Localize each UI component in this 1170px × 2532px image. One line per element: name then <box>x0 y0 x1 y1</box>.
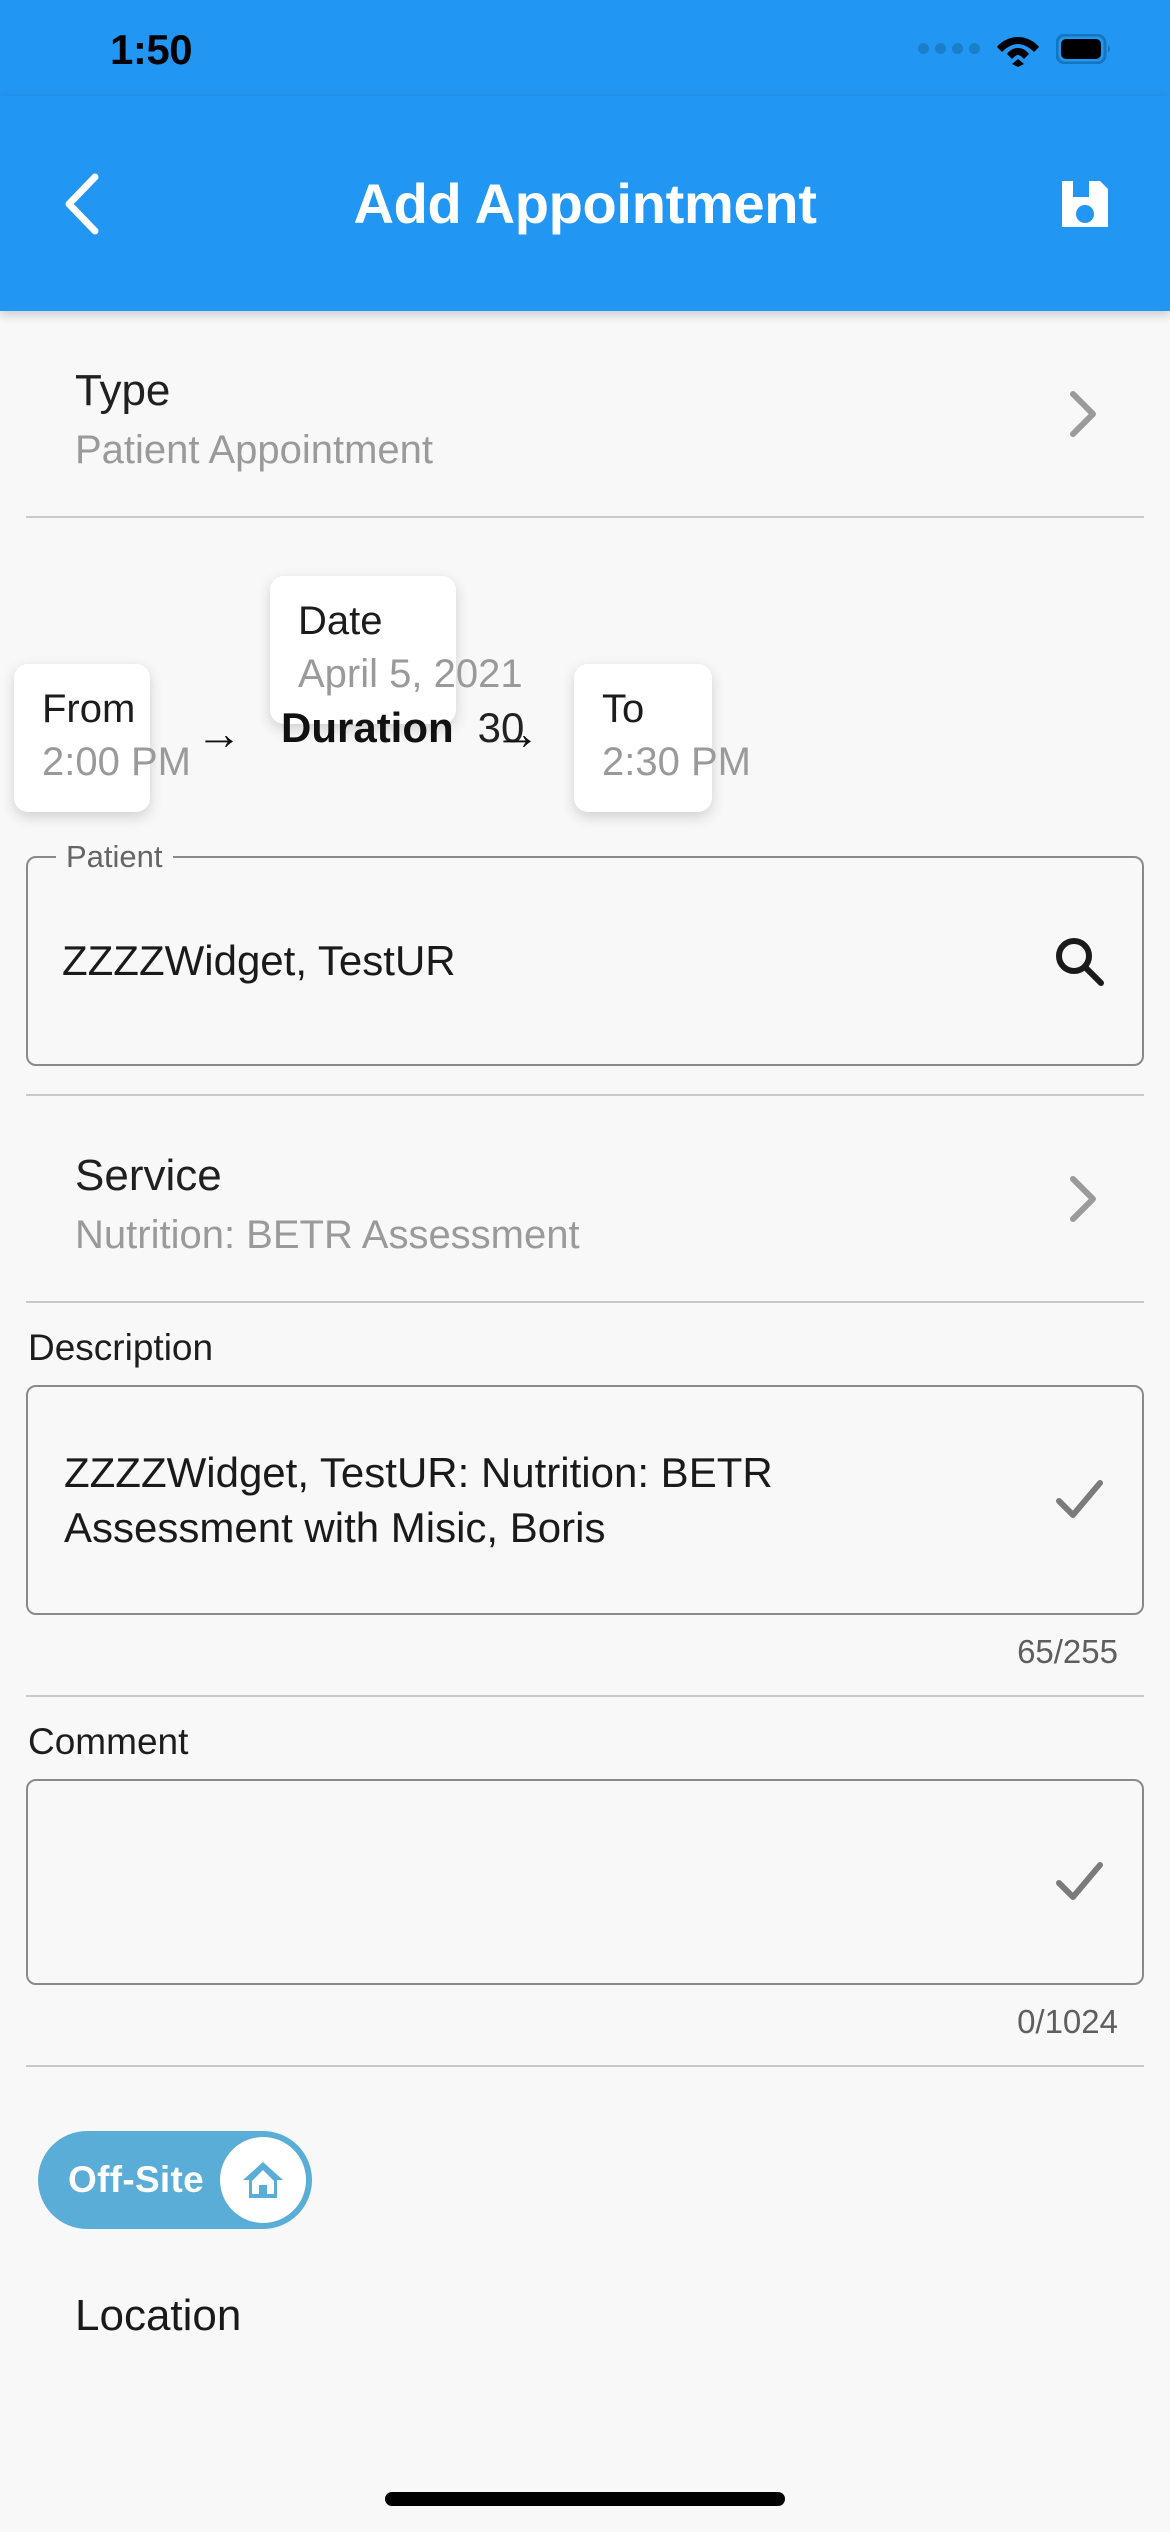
back-button[interactable] <box>42 164 122 244</box>
date-label: Date <box>298 599 383 643</box>
type-value: Patient Appointment <box>75 428 434 472</box>
comment-label: Comment <box>28 1721 189 1762</box>
app-screen: 1:50 Add Appointment Type Patient Appoin… <box>0 0 1170 2532</box>
offsite-toggle-knob <box>220 2137 306 2223</box>
service-value: Nutrition: BETR Assessment <box>75 1213 580 1257</box>
arrow-right-icon-1: → <box>196 707 242 759</box>
arrow-right-icon-2: → <box>494 707 540 759</box>
search-icon[interactable] <box>1050 932 1108 990</box>
offsite-label: Off-Site <box>68 2159 205 2200</box>
offsite-toggle[interactable]: Off-Site <box>38 2131 312 2229</box>
description-input[interactable]: ZZZZWidget, TestUR: Nutrition: BETR Asse… <box>26 1385 1144 1615</box>
save-button[interactable] <box>1048 167 1122 241</box>
description-counter: 65/255 <box>1017 1633 1118 1670</box>
service-label: Service <box>75 1151 222 1200</box>
schedule-section: Date April 5, 2021 From 2:00 PM → Durati… <box>0 518 1170 848</box>
chevron-right-icon <box>1070 390 1096 437</box>
check-icon[interactable] <box>1050 1471 1108 1529</box>
patient-input[interactable]: Patient ZZZZWidget, TestUR <box>26 841 1144 1066</box>
patient-value: ZZZZWidget, TestUR <box>62 937 456 984</box>
type-row[interactable]: Type Patient Appointment <box>0 311 1170 516</box>
chevron-left-icon <box>65 173 99 234</box>
date-value: April 5, 2021 <box>298 652 523 696</box>
chevron-right-icon <box>1070 1175 1096 1222</box>
cellular-dots-icon <box>918 42 980 56</box>
comment-counter: 0/1024 <box>1017 2003 1118 2040</box>
battery-full-icon <box>1056 34 1112 64</box>
patient-label: Patient <box>56 841 173 872</box>
description-label: Description <box>28 1327 214 1368</box>
home-icon <box>243 2162 283 2198</box>
duration-field[interactable]: Duration 30 <box>281 704 524 752</box>
offsite-section: Off-Site <box>0 2067 1170 2229</box>
status-time: 1:50 <box>110 26 193 73</box>
to-card[interactable]: To 2:30 PM <box>574 664 751 812</box>
form-content: Type Patient Appointment Date April 5, 2… <box>0 311 1170 2532</box>
description-block: Description ZZZZWidget, TestUR: Nutritio… <box>0 1303 1170 1695</box>
description-value: ZZZZWidget, TestUR: Nutrition: BETR Asse… <box>64 1448 773 1551</box>
save-disk-icon <box>1062 180 1108 227</box>
from-card[interactable]: From 2:00 PM <box>14 664 191 812</box>
duration-label: Duration <box>281 704 454 751</box>
status-bar: 1:50 <box>0 0 1170 96</box>
to-label: To <box>602 687 645 731</box>
location-label: Location <box>75 2291 242 2340</box>
status-indicators <box>918 26 1112 72</box>
page-title: Add Appointment <box>353 172 817 235</box>
wifi-icon <box>996 31 1040 67</box>
to-value: 2:30 PM <box>602 740 751 784</box>
comment-input[interactable] <box>26 1779 1144 1985</box>
type-label: Type <box>75 366 171 415</box>
from-label: From <box>42 687 136 731</box>
app-bar: Add Appointment <box>0 96 1170 311</box>
from-value: 2:00 PM <box>42 740 191 784</box>
service-row[interactable]: Service Nutrition: BETR Assessment <box>0 1096 1170 1301</box>
patient-field-wrapper: Patient ZZZZWidget, TestUR <box>26 841 1144 1066</box>
comment-block: Comment 0/1024 <box>0 1697 1170 2065</box>
check-icon[interactable] <box>1050 1853 1108 1911</box>
date-card[interactable]: Date April 5, 2021 <box>270 576 523 724</box>
home-indicator[interactable] <box>385 2492 785 2506</box>
